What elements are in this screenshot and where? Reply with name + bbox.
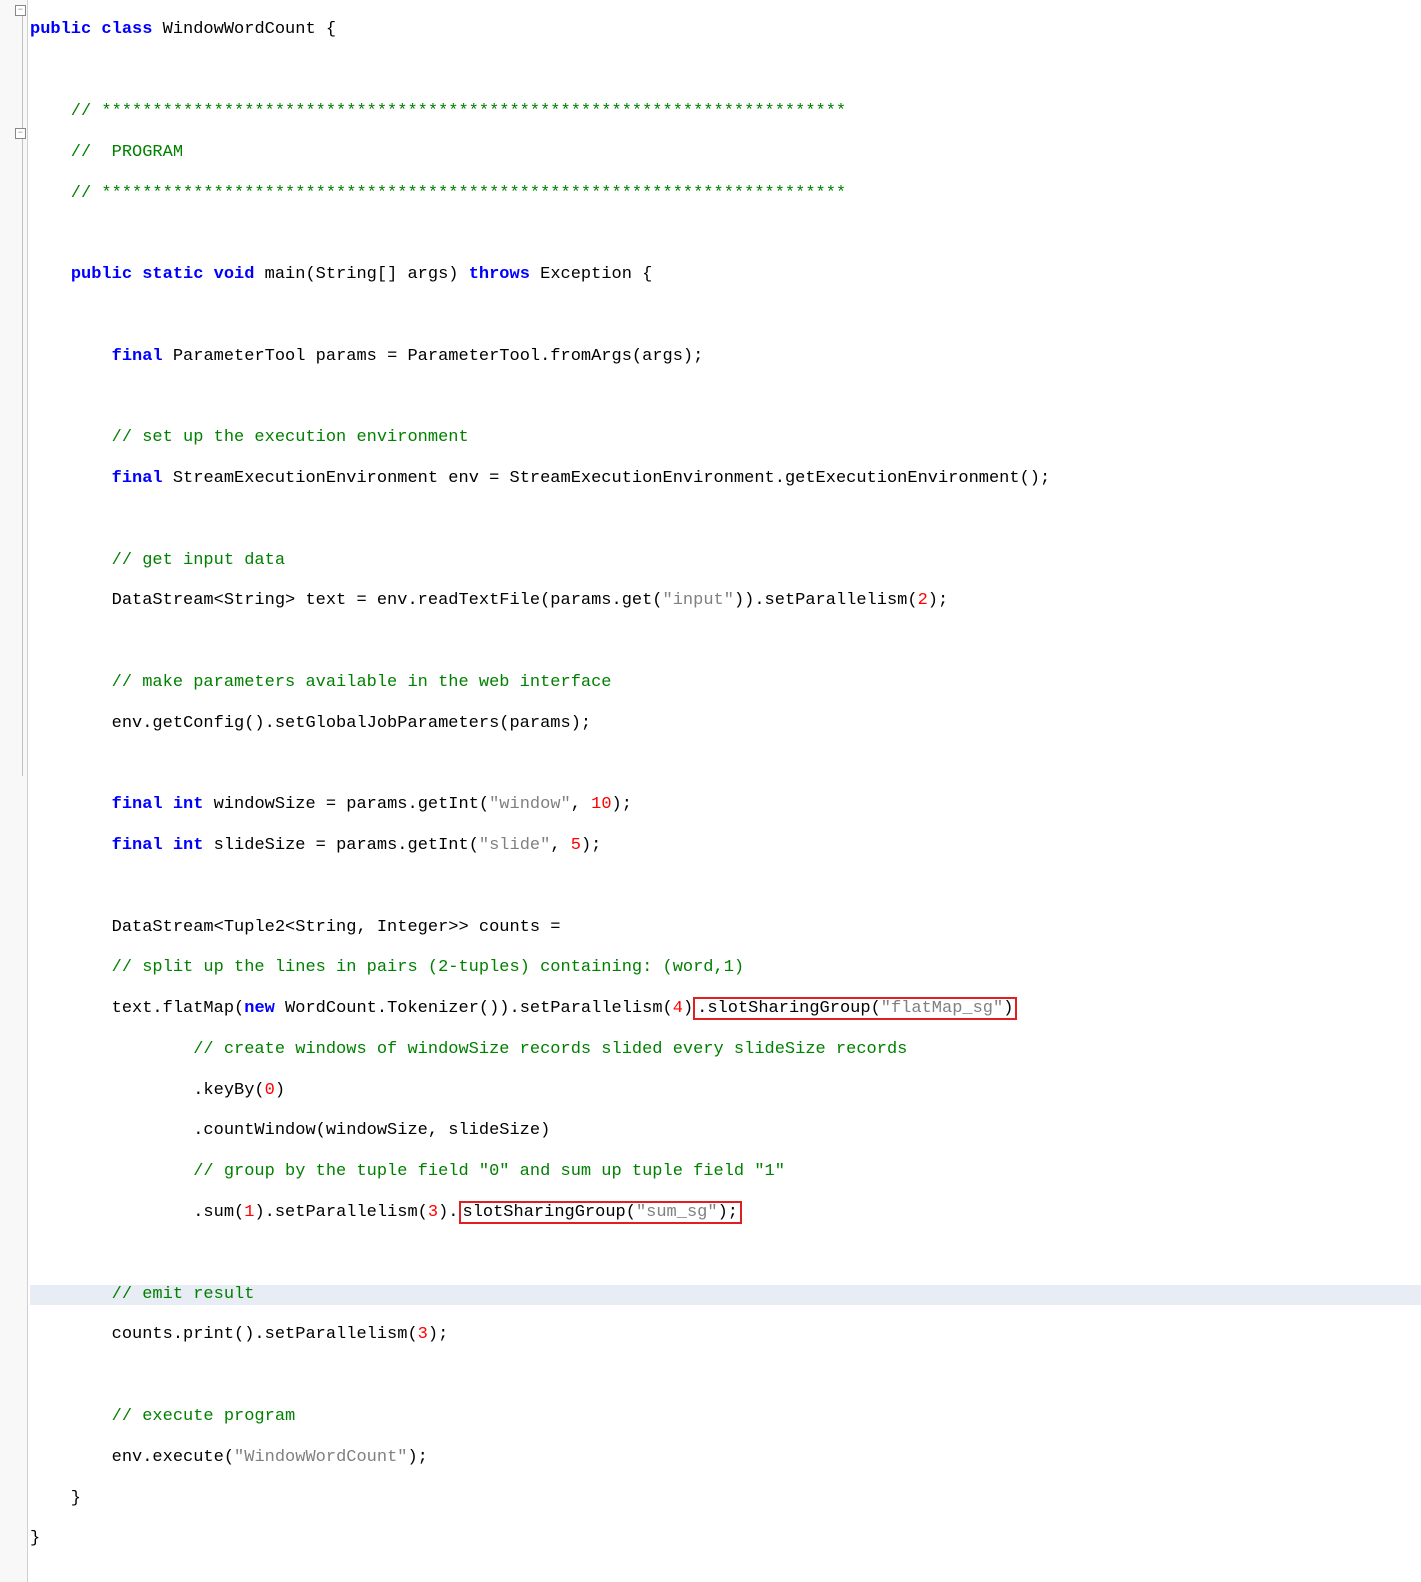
code-line: // execute program: [30, 1407, 1421, 1427]
code-line: [30, 1366, 1421, 1386]
code-line: env.getConfig().setGlobalJobParameters(p…: [30, 714, 1421, 734]
code-line: .keyBy(0): [30, 1081, 1421, 1101]
code-line: final int slideSize = params.getInt("sli…: [30, 836, 1421, 856]
code-line: .countWindow(windowSize, slideSize): [30, 1121, 1421, 1141]
highlight-box-1: .slotSharingGroup("flatMap_sg"): [693, 997, 1017, 1020]
fold-marker-method[interactable]: −: [15, 128, 26, 139]
code-line: [30, 510, 1421, 530]
code-line: final int windowSize = params.getInt("wi…: [30, 795, 1421, 815]
code-line: final StreamExecutionEnvironment env = S…: [30, 469, 1421, 489]
code-line: env.execute("WindowWordCount");: [30, 1448, 1421, 1468]
code-line: [30, 387, 1421, 407]
code-line: }: [30, 1489, 1421, 1509]
code-line: DataStream<Tuple2<String, Integer>> coun…: [30, 918, 1421, 938]
highlight-box-2: slotSharingGroup("sum_sg");: [459, 1201, 742, 1224]
code-line: // get input data: [30, 551, 1421, 571]
code-line: [30, 877, 1421, 897]
code-line: [30, 1244, 1421, 1264]
code-line: public class WindowWordCount {: [30, 20, 1421, 40]
code-line: [30, 61, 1421, 81]
fold-marker-class[interactable]: −: [15, 5, 26, 16]
code-line: // create windows of windowSize records …: [30, 1040, 1421, 1060]
code-line: [30, 754, 1421, 774]
code-line: // *************************************…: [30, 184, 1421, 204]
code-line: // *************************************…: [30, 102, 1421, 122]
code-line: DataStream<String> text = env.readTextFi…: [30, 591, 1421, 611]
code-line: // make parameters available in the web …: [30, 673, 1421, 693]
code-line: // group by the tuple field "0" and sum …: [30, 1162, 1421, 1182]
code-line: // PROGRAM: [30, 143, 1421, 163]
code-line: [30, 224, 1421, 244]
code-line: }: [30, 1529, 1421, 1549]
code-line: .sum(1).setParallelism(3).slotSharingGro…: [30, 1203, 1421, 1223]
current-line-highlight: // emit result: [30, 1285, 1421, 1305]
code-line: // set up the execution environment: [30, 428, 1421, 448]
code-line: counts.print().setParallelism(3);: [30, 1325, 1421, 1345]
gutter: − −: [0, 0, 28, 1582]
code-line: public static void main(String[] args) t…: [30, 265, 1421, 285]
code-line: [30, 306, 1421, 326]
code-line: text.flatMap(new WordCount.Tokenizer()).…: [30, 999, 1421, 1019]
code-line: [30, 632, 1421, 652]
code-line: final ParameterTool params = ParameterTo…: [30, 347, 1421, 367]
code-editor[interactable]: public class WindowWordCount { // ******…: [28, 0, 1421, 1582]
code-line: // split up the lines in pairs (2-tuples…: [30, 958, 1421, 978]
